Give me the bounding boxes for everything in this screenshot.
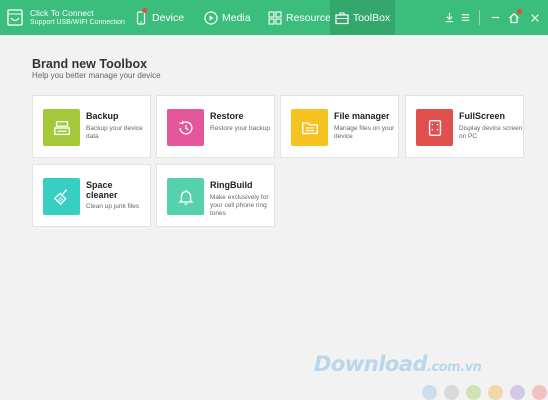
watermark-dot	[466, 385, 481, 400]
fullscreen-icon	[428, 119, 441, 136]
card-title: File manager	[334, 111, 390, 121]
watermark-dots	[422, 385, 547, 400]
controls-divider	[479, 10, 480, 25]
menu-icon	[461, 14, 469, 21]
broom-icon	[53, 188, 67, 205]
card-description: Restore your backup	[210, 125, 270, 132]
space-cleaner-tile	[43, 178, 80, 215]
minimize-icon	[491, 16, 499, 19]
tab-resources[interactable]: Resources	[268, 0, 336, 35]
tab-toolbox-label: ToolBox	[352, 11, 391, 24]
bell-icon	[177, 189, 194, 205]
home-badge-dot	[517, 9, 522, 14]
watermark-dot	[510, 385, 525, 400]
page-subtitle: Help you better manage your device	[32, 71, 161, 80]
connect-title: Click To Connect	[30, 8, 94, 18]
connect-area[interactable]: Click To Connect Support USB/WIFI Connec…	[0, 0, 126, 35]
tab-resources-label: Resources	[286, 11, 337, 24]
card-title: FullScreen	[459, 111, 506, 121]
backup-tile	[43, 109, 80, 146]
grid-icon	[268, 10, 282, 25]
backup-icon	[53, 120, 70, 135]
menu-button[interactable]	[456, 0, 474, 35]
close-button[interactable]	[526, 0, 544, 35]
card-description: Make exclusively for your cell phone rin…	[210, 194, 269, 217]
toolbox-icon	[335, 11, 349, 25]
tab-device-label: Device	[152, 11, 185, 24]
page-title: Brand new Toolbox	[32, 57, 148, 71]
watermark-text: Download	[314, 352, 428, 376]
tab-toolbox[interactable]: ToolBox	[330, 0, 395, 35]
file-manager-tile	[291, 109, 328, 146]
backup-card[interactable]: Backup Backup your device data	[32, 95, 151, 158]
tab-media-label: Media	[222, 11, 251, 24]
restore-tile	[167, 109, 204, 146]
minimize-button[interactable]	[486, 0, 504, 35]
watermark-logo: Download.com.vn	[314, 352, 482, 376]
fullscreen-tile	[416, 109, 453, 146]
ringbuild-card[interactable]: RingBuild Make exclusively for your cell…	[156, 164, 275, 227]
space-cleaner-card[interactable]: Space cleaner Clean up junk files	[32, 164, 151, 227]
play-icon	[204, 10, 218, 25]
card-description: Manage files on your device	[334, 125, 395, 140]
home-button[interactable]	[505, 0, 523, 35]
watermark-dot	[532, 385, 547, 400]
card-description: Display device screen on PC	[459, 125, 523, 140]
tab-media[interactable]: Media	[204, 0, 256, 35]
connect-subtitle: Support USB/WIFI Connection	[30, 19, 125, 26]
download-icon	[445, 12, 453, 23]
card-title: Backup	[86, 111, 119, 121]
ringbuild-tile	[167, 178, 204, 215]
tab-device[interactable]: Device	[134, 0, 190, 35]
top-bar: Click To Connect Support USB/WIFI Connec…	[0, 0, 548, 35]
phone-icon	[134, 7, 148, 25]
file-manager-card[interactable]: File manager Manage files on your device	[280, 95, 399, 158]
card-title: Space cleaner	[86, 180, 118, 200]
connect-device-icon	[7, 9, 23, 26]
device-badge-dot	[142, 7, 147, 13]
card-title: Restore	[210, 111, 244, 121]
watermark-dot	[444, 385, 459, 400]
watermark-dot	[488, 385, 503, 400]
restore-icon	[178, 120, 193, 134]
watermark-suffix: .com.vn	[427, 360, 482, 375]
watermark-dot	[422, 385, 437, 400]
card-description: Backup your device data	[86, 125, 143, 140]
card-title: RingBuild	[210, 180, 253, 190]
close-icon	[531, 13, 539, 22]
fullscreen-card[interactable]: FullScreen Display device screen on PC	[405, 95, 524, 158]
restore-card[interactable]: Restore Restore your backup	[156, 95, 275, 158]
folder-icon	[301, 121, 318, 134]
card-description: Clean up junk files	[86, 203, 140, 210]
